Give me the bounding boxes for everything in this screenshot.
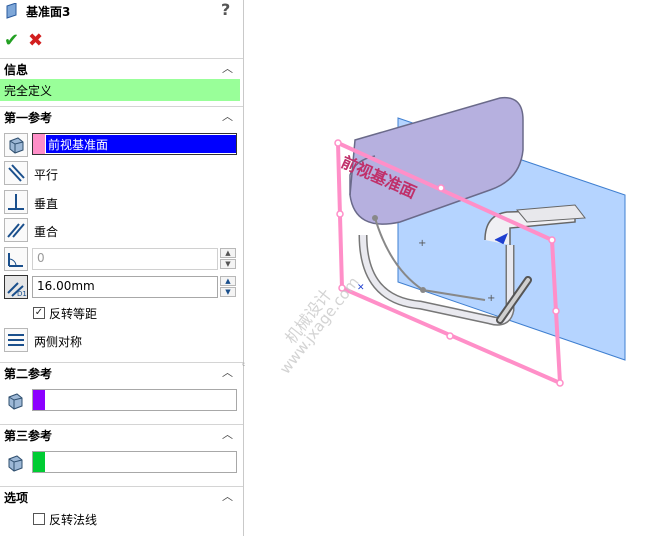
chevron-up-icon[interactable]: ︿ bbox=[222, 364, 233, 380]
plane-handle[interactable] bbox=[336, 210, 344, 218]
section-info-label: 信息 bbox=[4, 63, 29, 77]
flip-offset-label: 反转等距 bbox=[49, 307, 98, 321]
spin-up-icon[interactable]: ▲ bbox=[220, 248, 236, 258]
plane-handle[interactable] bbox=[552, 307, 560, 315]
reference-entity-icon bbox=[4, 452, 28, 476]
model-view: + + 前视基准面 ✕ 机械设计 www.jxage.com bbox=[276, 96, 626, 387]
graphics-viewport[interactable]: + + 前视基准面 ✕ 机械设计 www.jxage.com bbox=[245, 0, 658, 536]
section-third-ref-label: 第三参考 bbox=[4, 429, 53, 443]
chevron-up-icon[interactable]: ︿ bbox=[222, 426, 233, 442]
flip-normal-checkbox[interactable] bbox=[33, 513, 45, 525]
plane-handle[interactable] bbox=[437, 184, 445, 192]
plane-handle[interactable] bbox=[446, 332, 454, 340]
svg-text:D1: D1 bbox=[17, 290, 27, 298]
first-ref-selected-text: 前视基准面 bbox=[48, 138, 109, 152]
angle-input[interactable]: 0 bbox=[32, 248, 218, 270]
plane-handle[interactable] bbox=[334, 139, 342, 147]
distance-input[interactable]: 16.00mm bbox=[32, 276, 218, 298]
spin-down-icon[interactable]: ▼ bbox=[220, 259, 236, 269]
first-ref-selection-box[interactable]: 前视基准面 bbox=[32, 133, 237, 155]
chevron-up-icon[interactable]: ︿ bbox=[222, 108, 233, 124]
section-options-label: 选项 bbox=[4, 491, 29, 505]
parallel-label: 平行 bbox=[34, 168, 59, 182]
reference-entity-icon bbox=[4, 390, 28, 414]
section-first-ref-label: 第一参考 bbox=[4, 111, 53, 125]
status-text: 完全定义 bbox=[4, 84, 53, 98]
section-second-ref-label: 第二参考 bbox=[4, 367, 53, 381]
perpendicular-button[interactable] bbox=[4, 190, 28, 214]
second-ref-selection-box[interactable] bbox=[32, 389, 237, 411]
flip-offset-checkbox[interactable]: ✓ bbox=[33, 307, 45, 319]
ok-check-icon[interactable]: ✔ bbox=[4, 30, 19, 51]
panel-title: 基准面3 bbox=[26, 5, 71, 19]
panel-titlebar: 基准面3 ? bbox=[0, 0, 243, 24]
section-first-ref-header[interactable]: 第一参考 ︿ bbox=[0, 106, 243, 126]
spin-up-icon[interactable]: ▲ bbox=[220, 276, 236, 286]
plane-handle[interactable] bbox=[556, 379, 564, 387]
property-manager-panel: 基准面3 ? ✔ ✖ 信息 ︿ 完全定义 第一参考 ︿ 前视基准面 平行 垂直 … bbox=[0, 0, 244, 536]
first-ref-color-swatch bbox=[33, 134, 45, 154]
parallel-button[interactable] bbox=[4, 161, 28, 185]
origin-marker: + bbox=[418, 238, 426, 249]
help-icon[interactable]: ? bbox=[221, 0, 230, 19]
third-ref-color-swatch bbox=[33, 452, 45, 472]
section-info-header[interactable]: 信息 ︿ bbox=[0, 58, 243, 78]
perpendicular-label: 垂直 bbox=[34, 197, 59, 211]
coincident-icon bbox=[7, 223, 25, 238]
section-third-ref-header[interactable]: 第三参考 ︿ bbox=[0, 424, 243, 444]
offset-distance-button[interactable]: D1 bbox=[4, 275, 28, 299]
perpendicular-icon bbox=[8, 194, 24, 210]
status-message: 完全定义 bbox=[0, 79, 240, 101]
angle-button[interactable] bbox=[4, 247, 28, 271]
cancel-x-icon[interactable]: ✖ bbox=[28, 30, 43, 51]
plane-handle[interactable] bbox=[548, 236, 556, 244]
origin-marker: + bbox=[487, 293, 495, 304]
chevron-up-icon[interactable]: ︿ bbox=[222, 488, 233, 504]
symmetric-button[interactable] bbox=[4, 328, 28, 352]
angle-icon bbox=[8, 253, 23, 267]
coincident-button[interactable] bbox=[4, 218, 28, 242]
angle-spinner[interactable]: ▲ ▼ bbox=[220, 248, 236, 270]
section-options-header[interactable]: 选项 ︿ bbox=[0, 486, 243, 506]
chevron-up-icon[interactable]: ︿ bbox=[222, 60, 233, 76]
spin-down-icon[interactable]: ▼ bbox=[220, 287, 236, 297]
symmetric-icon bbox=[8, 334, 24, 346]
third-ref-selection-box[interactable] bbox=[32, 451, 237, 473]
symmetric-label: 两侧对称 bbox=[34, 335, 83, 349]
parallel-icon bbox=[8, 164, 25, 182]
section-second-ref-header[interactable]: 第二参考 ︿ bbox=[0, 362, 243, 382]
distance-spinner[interactable]: ▲ ▼ bbox=[220, 276, 236, 298]
coincident-label: 重合 bbox=[34, 225, 59, 239]
reference-entity-icon bbox=[4, 133, 28, 157]
second-ref-color-swatch bbox=[33, 390, 45, 410]
plane-icon bbox=[6, 3, 17, 19]
flip-normal-label: 反转法线 bbox=[49, 513, 98, 527]
first-ref-selected-item[interactable]: 前视基准面 bbox=[46, 135, 236, 153]
offset-distance-icon: D1 bbox=[7, 282, 27, 298]
